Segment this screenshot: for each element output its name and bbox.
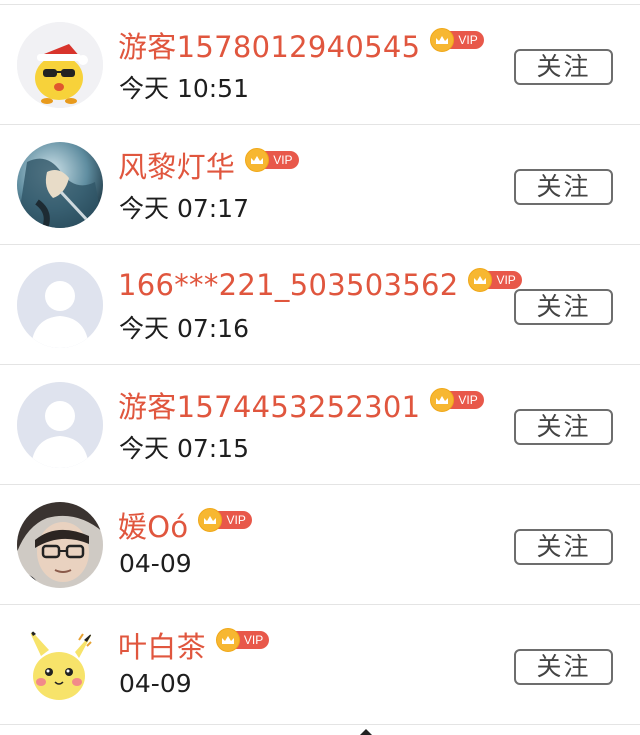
follow-button[interactable]: 关注 — [514, 649, 613, 685]
list-item[interactable]: 游客1578012940545 VIP 今天 10:51 关注 — [0, 5, 640, 125]
vip-badge: VIP — [468, 268, 522, 292]
vip-badge: VIP — [430, 28, 484, 52]
follow-button[interactable]: 关注 — [514, 529, 613, 565]
list-item[interactable]: 媛Oó VIP 04-09 关注 — [0, 485, 640, 605]
fantasy-character-icon — [17, 142, 103, 228]
follower-list: 游客1578012940545 VIP 今天 10:51 关注 风黎灯华 VIP… — [0, 4, 640, 725]
timestamp: 今天 10:51 — [119, 74, 249, 103]
user-name[interactable]: 游客1574453252301 — [118, 384, 420, 426]
follow-button[interactable]: 关注 — [514, 169, 613, 205]
timestamp: 今天 07:16 — [119, 314, 249, 343]
user-name[interactable]: 风黎灯华 — [118, 144, 235, 186]
avatar[interactable] — [17, 22, 103, 108]
name-line: 叶白茶 VIP — [118, 624, 270, 666]
photo-with-glasses-icon — [17, 502, 103, 588]
avatar[interactable] — [17, 382, 103, 468]
vip-badge: VIP — [198, 508, 252, 532]
default-user-icon — [17, 382, 103, 468]
list-item[interactable]: 风黎灯华 VIP 今天 07:17 关注 — [0, 125, 640, 245]
list-item[interactable]: 166***221_503503562 VIP 今天 07:16 关注 — [0, 245, 640, 365]
name-line: 风黎灯华 VIP — [118, 145, 299, 185]
timestamp: 今天 07:15 — [119, 434, 249, 463]
user-name[interactable]: 叶白茶 — [118, 624, 206, 666]
pikachu-icon — [17, 622, 103, 708]
name-line: 游客1578012940545 VIP — [118, 25, 484, 65]
avatar[interactable] — [17, 622, 103, 708]
name-line: 166***221_503503562 VIP — [118, 265, 522, 305]
vip-badge: VIP — [245, 148, 299, 172]
user-name[interactable]: 媛Oó — [118, 504, 188, 546]
follow-button[interactable]: 关注 — [514, 409, 613, 445]
follow-button[interactable]: 关注 — [514, 289, 613, 325]
user-name[interactable]: 游客1578012940545 — [118, 24, 420, 66]
list-item[interactable]: 游客1574453252301 VIP 今天 07:15 关注 — [0, 365, 640, 485]
timestamp: 04-09 — [119, 549, 192, 578]
user-name[interactable]: 166***221_503503562 — [118, 268, 458, 302]
list-item[interactable]: 叶白茶 VIP 04-09 关注 — [0, 605, 640, 725]
timestamp: 04-09 — [119, 669, 192, 698]
name-line: 媛Oó VIP — [118, 505, 252, 545]
avatar[interactable] — [17, 502, 103, 588]
crown-icon — [215, 628, 240, 652]
yellow-bird-santa-hat-icon — [17, 22, 103, 108]
avatar[interactable] — [17, 142, 103, 228]
scroll-indicator-icon — [360, 729, 372, 735]
vip-badge: VIP — [215, 628, 270, 652]
default-user-icon — [17, 262, 103, 348]
timestamp: 今天 07:17 — [119, 194, 249, 223]
follow-button[interactable]: 关注 — [514, 49, 613, 85]
avatar[interactable] — [17, 262, 103, 348]
name-line: 游客1574453252301 VIP — [118, 385, 484, 425]
vip-badge: VIP — [430, 388, 484, 412]
